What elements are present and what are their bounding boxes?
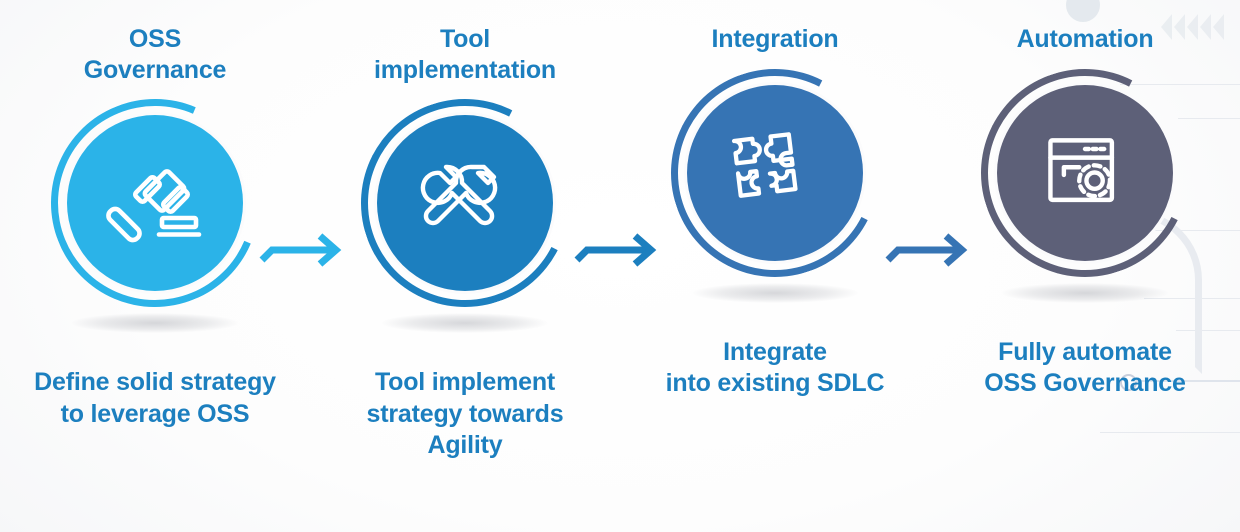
step-title-line: Governance	[83, 55, 227, 84]
step-badge	[643, 41, 907, 304]
step-automation: Automation Fully automate OSS Governance	[930, 0, 1240, 532]
step-title-line: Tool	[439, 25, 491, 53]
step-integration: Integration Integrate into existing SDLC	[620, 0, 930, 532]
badge-shadow	[382, 313, 548, 333]
step-oss-governance: OSS Governance Define solid strategy to …	[0, 0, 310, 532]
badge-disc	[377, 115, 553, 291]
step-caption-line: to leverage OSS	[60, 399, 250, 428]
step-title: Automation	[942, 24, 1227, 55]
badge-shadow	[1002, 282, 1168, 303]
step-caption: Integrate into existing SDLC	[629, 337, 920, 400]
step-list: OSS Governance Define solid strategy to …	[0, 0, 1240, 532]
wrench-screwdriver-icon	[415, 153, 515, 253]
step-title-line: implementation	[374, 55, 556, 84]
step-title: Tool implementation	[322, 24, 607, 85]
step-caption-line: into existing SDLC	[665, 369, 885, 397]
step-caption: Tool implement strategy towards Agility	[319, 367, 610, 462]
step-caption-line: Define solid strategy	[34, 368, 276, 396]
gavel-icon	[105, 153, 205, 253]
step-title-line: Automation	[1016, 25, 1154, 53]
badge-disc	[997, 84, 1173, 261]
badge-shadow	[72, 313, 238, 333]
step-badge	[19, 67, 291, 339]
step-title-line: Integration	[711, 25, 839, 53]
step-caption-line: Agility	[427, 431, 503, 459]
step-caption-line: Tool implement	[374, 368, 556, 396]
step-title-line: OSS	[128, 25, 182, 53]
browser-gear-icon	[1037, 125, 1133, 221]
step-caption-line: Integrate	[723, 337, 827, 366]
step-caption-line: OSS Governance	[984, 369, 1186, 397]
puzzle-pieces-icon	[724, 122, 826, 224]
step-caption: Fully automate OSS Governance	[939, 337, 1230, 400]
step-title: Integration	[632, 24, 917, 55]
step-caption: Define solid strategy to leverage OSS	[9, 367, 300, 430]
badge-disc	[67, 115, 243, 291]
badge-disc	[687, 84, 863, 261]
badge-shadow	[692, 282, 858, 303]
step-title: OSS Governance	[12, 24, 297, 85]
step-tool-implementation: Tool implementation Tool implement strat…	[310, 0, 620, 532]
step-caption-line: Fully automate	[998, 337, 1172, 366]
process-diagram: OSS Governance Define solid strategy to …	[0, 0, 1240, 532]
step-badge	[333, 71, 597, 335]
step-badge	[953, 41, 1217, 304]
step-caption-line: strategy towards	[366, 399, 564, 428]
